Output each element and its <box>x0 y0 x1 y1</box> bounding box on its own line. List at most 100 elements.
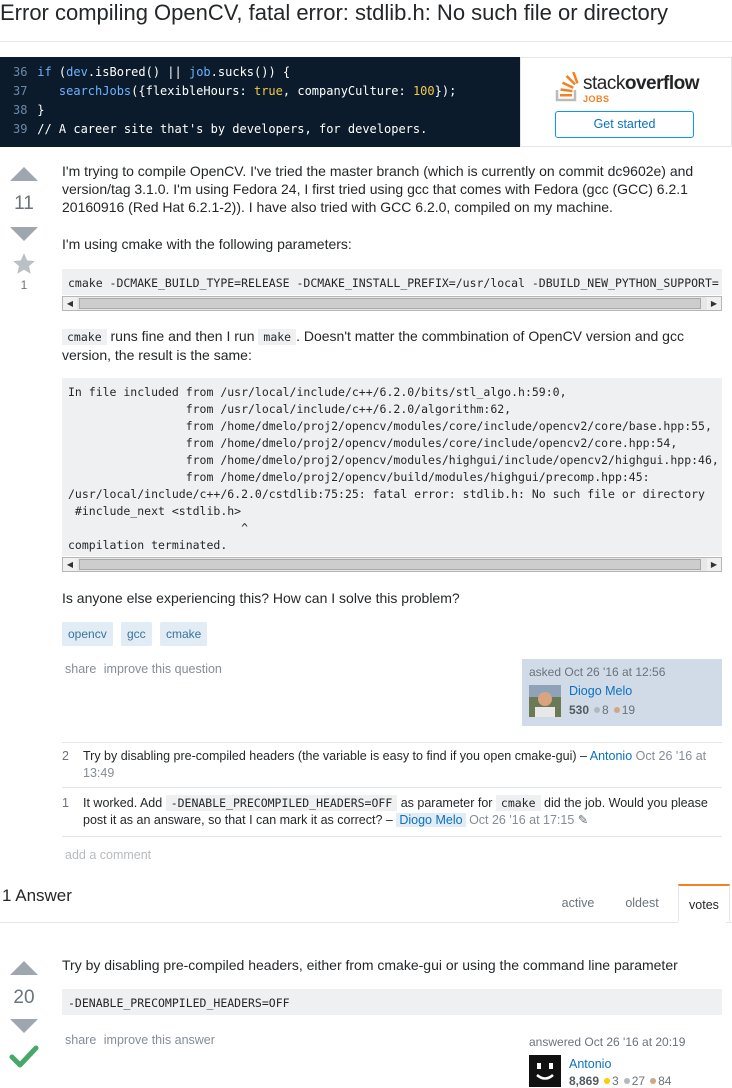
asked-timestamp: asked Oct 26 '16 at 12:56 <box>529 665 666 679</box>
inline-code: make <box>258 329 297 345</box>
user-name-link[interactable]: Antonio <box>569 1057 611 1071</box>
comment-divider <box>62 836 722 837</box>
code-line: from /home/dmelo/proj2/opencv/modules/hi… <box>68 453 719 467</box>
share-link[interactable]: share <box>65 1033 96 1047</box>
comment-date[interactable]: Oct 26 '16 at 17:15 <box>469 813 574 827</box>
answer-score: 20 <box>13 987 35 1008</box>
tab-oldest[interactable]: oldest <box>614 884 670 922</box>
scroll-left-icon[interactable]: ◀ <box>63 558 77 571</box>
error-output-block: In file included from /usr/local/include… <box>62 378 722 556</box>
ad-promo-panel: stackoverflow JOBS Get started <box>520 57 732 147</box>
question-paragraph: I'm using cmake with the following param… <box>62 236 352 252</box>
user-avatar[interactable] <box>529 685 561 717</box>
divider <box>726 922 732 923</box>
scroll-thumb[interactable] <box>79 298 701 309</box>
tab-active[interactable]: active <box>552 884 604 922</box>
scroll-left-icon[interactable]: ◀ <box>63 297 77 310</box>
tag-list: opencv gcc cmake <box>62 622 362 646</box>
add-comment-link[interactable]: add a comment <box>65 848 151 862</box>
downvote-icon[interactable] <box>10 227 38 241</box>
code-line: compilation terminated. <box>68 538 228 552</box>
tag-gcc[interactable]: gcc <box>121 622 152 646</box>
comment-divider <box>62 787 722 788</box>
inline-code: cmake <box>62 329 107 345</box>
user-reputation: 530 8 19 <box>569 703 636 717</box>
ad-code-panel: 36 if (dev.isBored() || job.sucks()) { 3… <box>0 57 520 147</box>
answer-vote-column: 20 <box>8 961 40 1072</box>
gold-badge-icon <box>604 1078 611 1084</box>
share-link[interactable]: share <box>65 662 96 676</box>
comment-divider <box>62 742 722 743</box>
ad-code-line: 38 } <box>13 103 45 117</box>
divider <box>0 922 678 923</box>
answer-code-block: -DENABLE_PRECOMPILED_HEADERS=OFF <box>62 989 722 1015</box>
code-line: #include_next <stdlib.h> <box>68 504 242 518</box>
answers-count-heading: 1 Answer <box>2 886 72 905</box>
tag-opencv[interactable]: opencv <box>62 622 113 646</box>
bronze-badge-icon <box>650 1078 657 1084</box>
favorite-star-icon[interactable] <box>8 251 40 280</box>
ad-code-line: 37 searchJobs({flexibleHours: true, comp… <box>13 84 457 98</box>
answer-paragraph: Try by disabling pre-compiled headers, e… <box>62 957 678 973</box>
question-vote-column: 11 1 <box>8 167 40 292</box>
user-avatar[interactable] <box>529 1055 561 1087</box>
code-line: from /home/dmelo/proj2/opencv/build/modu… <box>68 470 650 484</box>
downvote-icon[interactable] <box>10 1019 38 1033</box>
comment-text: It worked. Add -DENABLE_PRECOMPILED_HEAD… <box>83 795 708 827</box>
comment-score: 2 <box>62 749 69 763</box>
accepted-check-icon <box>8 1045 40 1072</box>
tab-votes[interactable]: votes <box>678 884 730 922</box>
inline-code: cmake <box>495 795 541 811</box>
jobs-ad[interactable]: 36 if (dev.isBored() || job.sucks()) { 3… <box>0 57 732 147</box>
get-started-button[interactable]: Get started <box>555 111 694 138</box>
question-post-menu: share improve this question <box>65 662 226 676</box>
bronze-badge-icon <box>613 707 620 713</box>
user-name-link[interactable]: Diogo Melo <box>569 684 632 698</box>
ad-code-line: 36 if (dev.isBored() || job.sucks()) { <box>13 65 291 79</box>
silver-badge-icon <box>594 707 601 713</box>
favorite-count: 1 <box>20 278 28 292</box>
code-line: from /home/dmelo/proj2/opencv/modules/co… <box>68 436 678 450</box>
answered-timestamp: answered Oct 26 '16 at 20:19 <box>529 1035 686 1049</box>
code-line: from /usr/local/include/c++/6.2.0/algori… <box>68 402 512 416</box>
code-line: cmake -DCMAKE_BUILD_TYPE=RELEASE -DCMAKE… <box>68 276 719 290</box>
stackoverflow-jobs-logo: stackoverflow JOBS <box>555 70 715 106</box>
tag-cmake[interactable]: cmake <box>160 622 208 646</box>
answered-user-card: answered Oct 26 '16 at 20:19 Antonio 8,8… <box>522 1029 722 1088</box>
upvote-icon[interactable] <box>10 167 38 181</box>
cmake-command-block: cmake -DCMAKE_BUILD_TYPE=RELEASE -DCMAKE… <box>62 269 722 295</box>
user-reputation: 8,869 3 27 84 <box>569 1074 672 1088</box>
comment-item: 2 Try by disabling pre-compiled headers … <box>62 748 726 782</box>
improve-answer-link[interactable]: improve this answer <box>104 1033 215 1047</box>
question-paragraph: cmake runs fine and then I run make. Doe… <box>62 328 684 363</box>
scroll-right-icon[interactable]: ▶ <box>707 558 721 571</box>
scroll-thumb[interactable] <box>79 559 701 570</box>
comment-text: Try by disabling pre-compiled headers (t… <box>83 749 707 780</box>
code-line: -DENABLE_PRECOMPILED_HEADERS=OFF <box>68 996 290 1010</box>
comment-user-link[interactable]: Antonio <box>590 749 632 763</box>
code-line: ^ <box>68 521 249 535</box>
question-score: 11 <box>14 193 34 214</box>
question-paragraph: I'm trying to compile OpenCV. I've tried… <box>62 163 694 215</box>
ad-code-line: 39 // A career site that's by developers… <box>13 122 428 136</box>
comment-user-link[interactable]: Diogo Melo <box>396 813 466 827</box>
silver-badge-icon <box>623 1078 630 1084</box>
code-line: In file included from /usr/local/include… <box>68 385 567 399</box>
comment-item: 1 It worked. Add -DENABLE_PRECOMPILED_HE… <box>62 795 726 831</box>
improve-question-link[interactable]: improve this question <box>104 662 222 676</box>
code-line: from /home/dmelo/proj2/opencv/modules/co… <box>68 419 712 433</box>
asked-user-card: asked Oct 26 '16 at 12:56 Diogo Melo 530… <box>522 659 722 726</box>
upvote-icon[interactable] <box>10 961 38 975</box>
inline-code: -DENABLE_PRECOMPILED_HEADERS=OFF <box>165 795 398 811</box>
scroll-right-icon[interactable]: ▶ <box>707 297 721 310</box>
edited-pencil-icon: ✎ <box>577 813 589 827</box>
horizontal-scrollbar[interactable]: ◀ ▶ <box>62 296 722 311</box>
comment-score: 1 <box>62 796 69 810</box>
code-line: /usr/local/include/c++/6.2.0/cstdlib:75:… <box>68 487 705 501</box>
horizontal-scrollbar[interactable]: ◀ ▶ <box>62 557 722 572</box>
question-paragraph: Is anyone else experiencing this? How ca… <box>62 590 460 606</box>
question-title[interactable]: Error compiling OpenCV, fatal error: std… <box>0 0 732 36</box>
answer-sort-tabs: active oldest votes <box>552 884 732 924</box>
stackoverflow-logo-icon <box>555 72 579 102</box>
answer-post-menu: share improve this answer <box>65 1033 219 1047</box>
